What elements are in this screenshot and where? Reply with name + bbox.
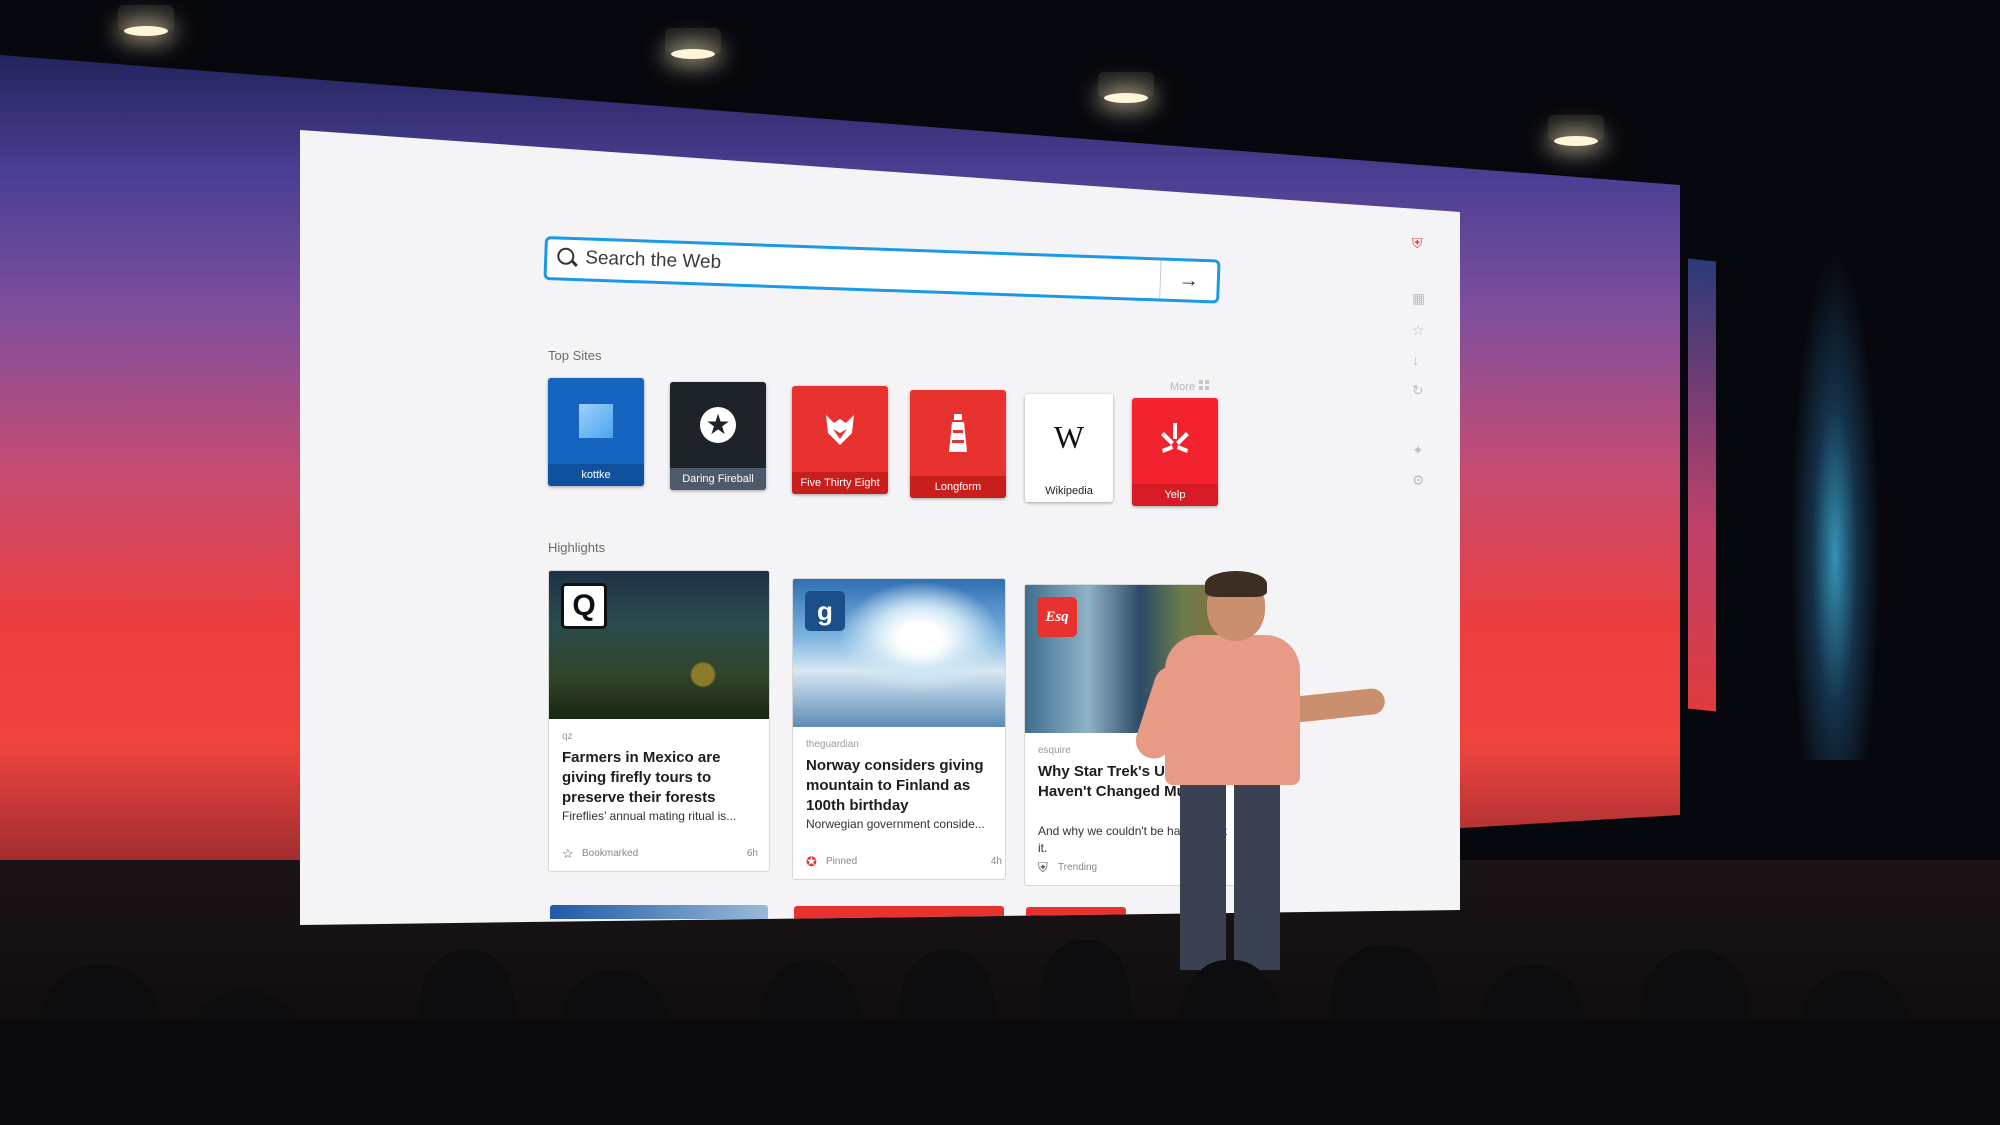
pin-icon: ✪	[806, 854, 817, 869]
highlights-heading: Highlights	[548, 540, 606, 555]
extension-puzzle-icon[interactable]: ✦	[1412, 442, 1424, 459]
pillar-light	[1790, 250, 1880, 760]
top-sites-heading: Top Sites	[548, 348, 602, 363]
side-screen	[1688, 258, 1716, 712]
yelp-burst-icon	[1161, 423, 1189, 453]
highlight-card[interactable]: Q qz Farmers in Mexico are giving firefl…	[548, 570, 770, 872]
card-footer: ✪ Pinned 4h	[806, 854, 1002, 869]
card-description: Fireflies’ annual mating ritual is...	[562, 809, 737, 823]
pocket-icon: ⛨	[1038, 860, 1048, 875]
card-status: Trending	[1058, 862, 1098, 873]
top-site-wikipedia[interactable]: W Wikipedia	[1025, 394, 1113, 502]
search-go-button[interactable]: →	[1159, 260, 1218, 301]
fox-icon	[826, 415, 854, 445]
card-age: 6h	[746, 848, 758, 859]
spotlight-icon	[1548, 115, 1604, 146]
presenter	[1131, 571, 1387, 975]
star-icon: ★	[700, 407, 736, 443]
card-description: Norwegian government conside...	[806, 817, 985, 831]
top-site-five-thirty-eight[interactable]: Five Thirty Eight	[792, 386, 888, 494]
card-source: esquire	[1038, 745, 1071, 756]
settings-gear-icon[interactable]: ⚙	[1412, 472, 1425, 489]
card-source: theguardian	[806, 739, 859, 750]
wikipedia-w-icon: W	[1053, 418, 1085, 455]
card-age: 4h	[990, 856, 1002, 867]
card-status: Bookmarked	[582, 848, 639, 859]
top-site-label: Yelp	[1132, 484, 1218, 506]
top-site-label: Wikipedia	[1025, 480, 1113, 502]
spotlight-icon	[118, 5, 174, 36]
top-site-label: Daring Fireball	[670, 468, 766, 490]
spotlight-icon	[665, 28, 721, 59]
esquire-logo: Esq	[1037, 597, 1077, 637]
more-label: More	[1170, 381, 1196, 393]
more-top-sites-link[interactable]: More	[1170, 380, 1210, 393]
square-icon	[579, 404, 613, 438]
download-icon[interactable]: ↓	[1412, 352, 1419, 368]
search-input[interactable]: Search the Web	[585, 247, 722, 274]
grid-icon	[1199, 380, 1210, 390]
spotlight-icon	[1098, 72, 1154, 103]
sync-icon[interactable]: ↻	[1412, 382, 1424, 399]
lighthouse-icon	[949, 414, 967, 452]
top-site-daring-fireball[interactable]: ★ Daring Fireball	[670, 382, 766, 490]
card-footer: ☆ Bookmarked 6h	[562, 846, 758, 861]
search-bar[interactable]: Search the Web →	[543, 236, 1221, 304]
qz-logo: Q	[561, 583, 607, 629]
top-site-longform[interactable]: Longform	[910, 390, 1006, 498]
bookmark-star-icon[interactable]: ☆	[1412, 322, 1425, 339]
top-site-label: kottke	[548, 464, 644, 486]
top-site-label: Five Thirty Eight	[792, 472, 888, 494]
audience-floor	[0, 1020, 2000, 1125]
card-source: qz	[562, 731, 573, 742]
highlight-card[interactable]: g theguardian Norway considers giving mo…	[792, 578, 1006, 880]
contact-card-icon[interactable]: ▦	[1412, 290, 1425, 307]
card-title: Farmers in Mexico are giving firefly tou…	[562, 749, 721, 806]
highlight-card-partial[interactable]	[550, 905, 768, 919]
top-site-yelp[interactable]: Yelp	[1132, 398, 1218, 506]
arrow-right-icon: →	[1178, 268, 1200, 292]
top-site-kottke[interactable]: kottke	[548, 378, 644, 486]
card-status: Pinned	[826, 856, 858, 867]
top-site-label: Longform	[910, 476, 1006, 498]
card-title: Norway considers giving mountain to Finl…	[806, 757, 984, 814]
star-icon: ☆	[562, 846, 574, 861]
search-icon	[557, 247, 575, 266]
shield-icon[interactable]: ⛨	[1412, 235, 1423, 252]
guardian-logo: g	[805, 591, 845, 631]
